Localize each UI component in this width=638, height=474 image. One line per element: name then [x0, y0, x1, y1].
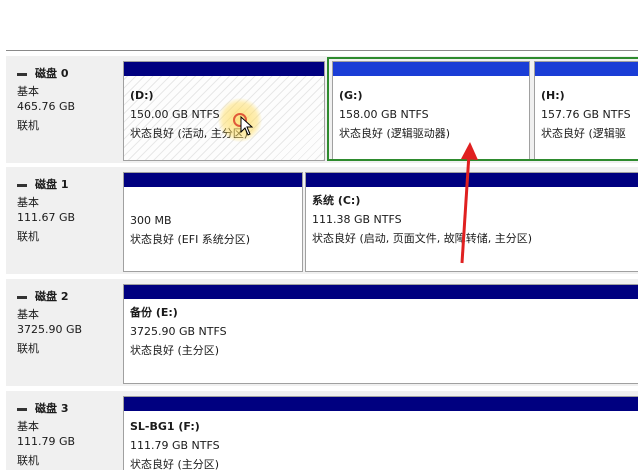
disk-name: 磁盘 0: [35, 67, 69, 80]
disk-size: 3725.90 GB: [17, 323, 83, 336]
watermark: 系统之家: [592, 455, 632, 466]
partition-status: 状态良好 (主分区): [130, 344, 220, 357]
disk-row-2: 磁盘 2 基本 3725.90 GB 联机 备份 (E:) 3725.90 GB…: [6, 279, 638, 386]
disk-name: 磁盘 3: [35, 402, 69, 415]
disk-status: 联机: [17, 230, 39, 243]
partition-status: 状态良好 (EFI 系统分区): [130, 233, 251, 246]
partition-bar: [124, 62, 324, 76]
partition-bar: [333, 62, 529, 76]
disk-status: 联机: [17, 454, 39, 467]
partition-h[interactable]: (H:) 157.76 GB NTFS 状态良好 (逻辑驱: [534, 61, 638, 161]
divider: [6, 50, 638, 51]
partition-f[interactable]: SL-BG1 (F:) 111.79 GB NTFS 状态良好 (主分区): [123, 396, 638, 471]
disk-icon: [17, 72, 27, 76]
partition-label: SL-BG1 (F:): [130, 420, 200, 433]
disk-name: 磁盘 1: [35, 178, 69, 191]
disk-icon: [17, 183, 27, 187]
disk-status: 联机: [17, 119, 39, 132]
partition-size: 300 MB: [130, 214, 172, 227]
disk-row-0: 磁盘 0 基本 465.76 GB 联机 (D:) 150.00 GB NTFS…: [6, 56, 638, 163]
partition-bar: [124, 173, 302, 187]
partition-g[interactable]: (G:) 158.00 GB NTFS 状态良好 (逻辑驱动器): [332, 61, 530, 161]
partition-size: 3725.90 GB NTFS: [130, 325, 227, 338]
disk-size: 465.76 GB: [17, 100, 76, 113]
disk-status: 联机: [17, 342, 39, 355]
disk-row-1: 磁盘 1 基本 111.67 GB 联机 300 MB 状态良好 (EFI 系统…: [6, 167, 638, 274]
partition-bar: [535, 62, 638, 76]
disk-icon: [17, 295, 27, 299]
disk-row-3: 磁盘 3 基本 111.79 GB 联机 SL-BG1 (F:) 111.79 …: [6, 391, 638, 471]
partition-label: 备份 (E:): [130, 306, 178, 319]
disk-type: 基本: [17, 420, 39, 433]
partition-size: 111.79 GB NTFS: [130, 439, 220, 452]
partition-status: 状态良好 (主分区): [130, 458, 220, 471]
disk-label-1[interactable]: 磁盘 1 基本 111.67 GB 联机: [6, 167, 118, 274]
disk-size: 111.79 GB: [17, 435, 76, 448]
mouse-pointer-icon: [240, 116, 254, 136]
disk-size: 111.67 GB: [17, 211, 76, 224]
partition-status: 状态良好 (逻辑驱动器): [339, 127, 451, 140]
partition-bar: [124, 285, 638, 299]
disk-type: 基本: [17, 196, 39, 209]
partition-size: 157.76 GB NTFS: [541, 108, 631, 121]
disk-type: 基本: [17, 308, 39, 321]
disk-icon: [17, 407, 27, 411]
partition-label: (G:): [339, 89, 363, 102]
toolbar-area: [0, 0, 638, 50]
partition-status: 状态良好 (逻辑驱: [541, 127, 626, 140]
disk-label-2[interactable]: 磁盘 2 基本 3725.90 GB 联机: [6, 279, 118, 386]
disk-label-3[interactable]: 磁盘 3 基本 111.79 GB 联机: [6, 391, 118, 470]
partition-bar: [124, 397, 638, 411]
partition-label: (H:): [541, 89, 565, 102]
partition-size: 158.00 GB NTFS: [339, 108, 429, 121]
disk-label-0[interactable]: 磁盘 0 基本 465.76 GB 联机: [6, 56, 118, 163]
annotation-arrow-icon: [460, 142, 478, 264]
partition-e[interactable]: 备份 (E:) 3725.90 GB NTFS 状态良好 (主分区): [123, 284, 638, 384]
disk-type: 基本: [17, 85, 39, 98]
partition-efi[interactable]: 300 MB 状态良好 (EFI 系统分区): [123, 172, 303, 272]
disk-name: 磁盘 2: [35, 290, 69, 303]
